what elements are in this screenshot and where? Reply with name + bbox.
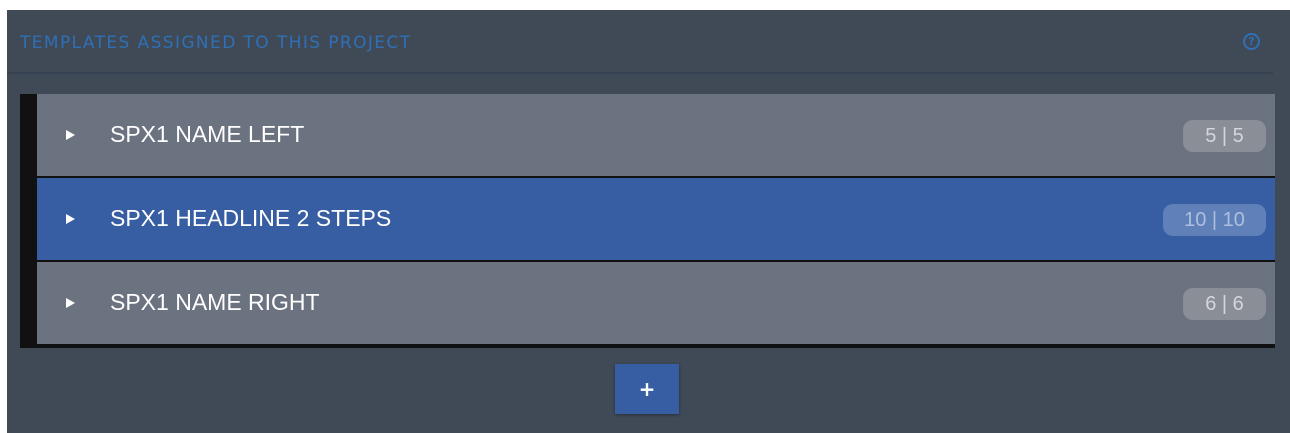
step-count-badge: 5 | 5 [1183,120,1266,152]
panel-header: TEMPLATES ASSIGNED TO THIS PROJECT ? [7,10,1273,74]
template-row-spx1-name-right[interactable]: SPX1 NAME RIGHT 6 | 6 [37,262,1275,344]
play-icon[interactable] [66,298,75,308]
play-icon[interactable] [66,214,75,224]
template-label: SPX1 NAME LEFT [110,121,305,147]
template-list: SPX1 NAME LEFT 5 | 5 SPX1 HEADLINE 2 STE… [20,94,1275,348]
template-row-spx1-name-left[interactable]: SPX1 NAME LEFT 5 | 5 [37,94,1275,176]
template-label: SPX1 HEADLINE 2 STEPS [110,205,392,231]
step-count-badge: 6 | 6 [1183,288,1266,320]
play-icon[interactable] [66,130,75,140]
panel-title: TEMPLATES ASSIGNED TO THIS PROJECT [20,33,412,53]
question-circle-icon[interactable]: ? [1243,33,1260,50]
add-template-button[interactable]: + [615,364,679,414]
template-row-spx1-headline-2-steps[interactable]: SPX1 HEADLINE 2 STEPS 10 | 10 [37,178,1275,260]
step-count-badge: 10 | 10 [1163,204,1266,236]
template-label: SPX1 NAME RIGHT [110,289,320,315]
templates-panel: TEMPLATES ASSIGNED TO THIS PROJECT ? SPX… [7,10,1290,433]
